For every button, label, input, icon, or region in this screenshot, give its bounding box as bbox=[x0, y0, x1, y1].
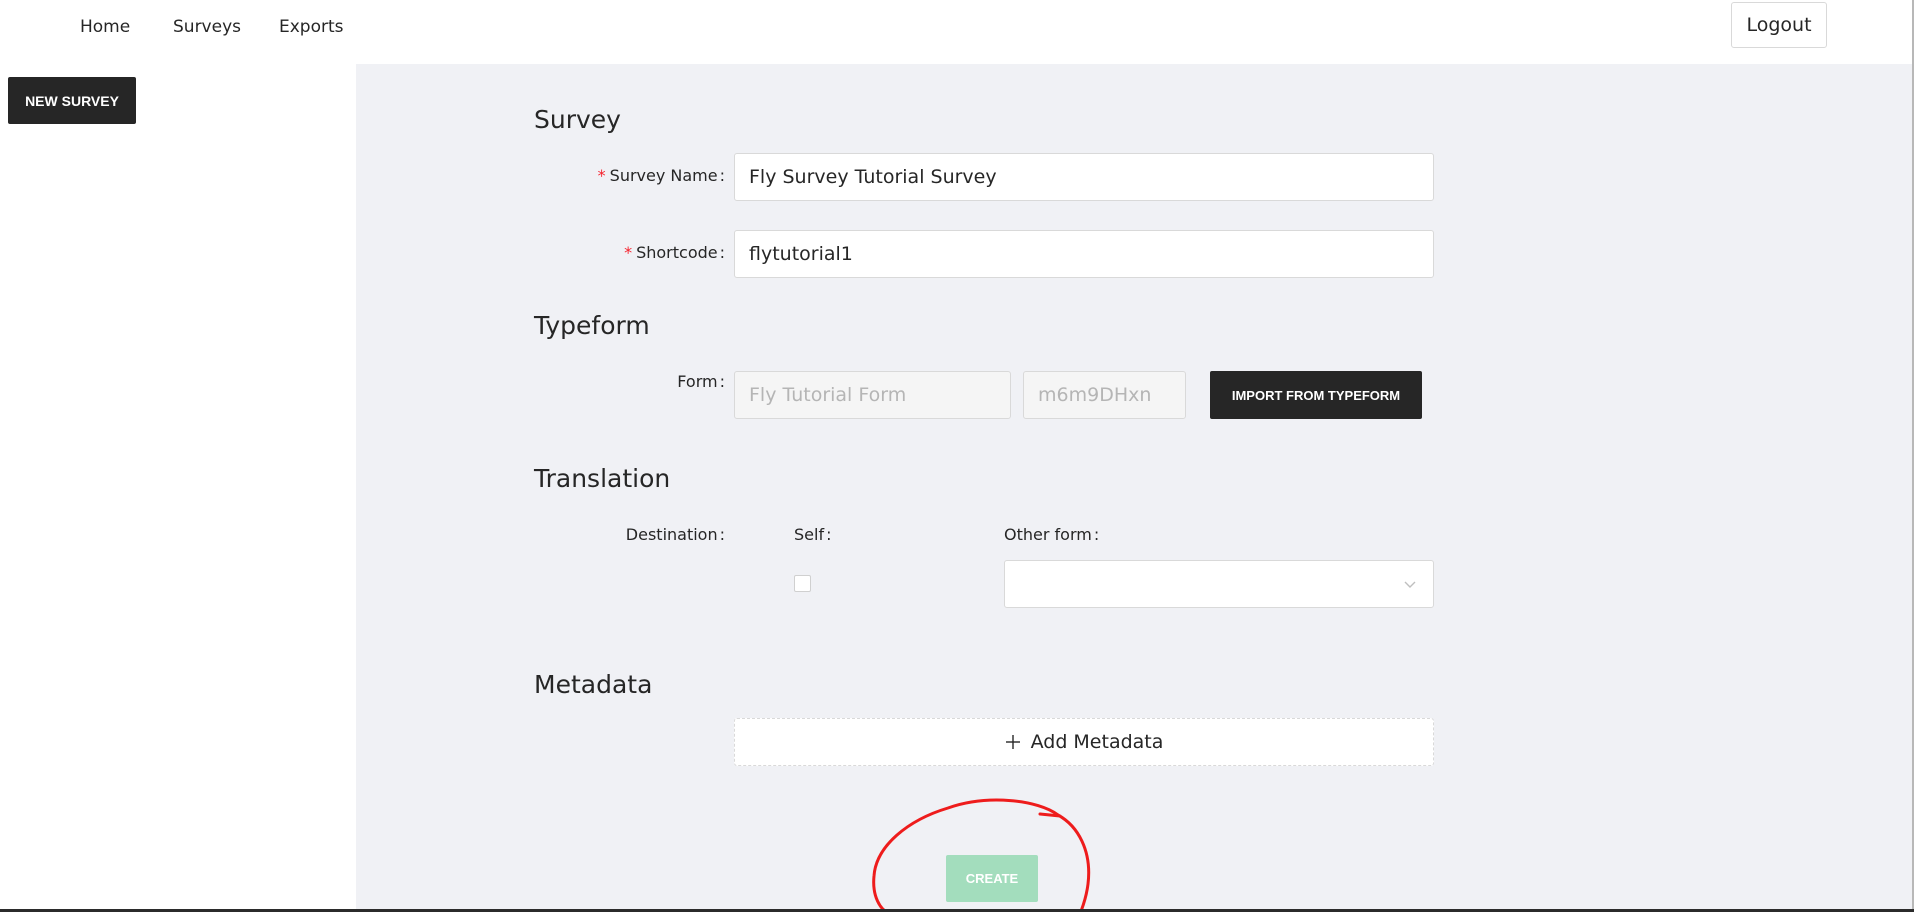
self-label: Self: bbox=[794, 525, 831, 544]
nav-home-link[interactable]: Home bbox=[80, 16, 130, 38]
required-mark: * bbox=[597, 166, 606, 185]
shortcode-label-text: Shortcode bbox=[636, 243, 718, 262]
add-metadata-label: Add Metadata bbox=[1030, 731, 1164, 753]
colon: : bbox=[719, 525, 725, 544]
import-from-typeform-button[interactable]: IMPORT FROM TYPEFORM bbox=[1210, 371, 1422, 419]
form-label: Form: bbox=[677, 372, 725, 391]
form-id-input: m6m9DHxn bbox=[1023, 371, 1186, 419]
colon: : bbox=[826, 525, 832, 544]
destination-label-text: Destination bbox=[625, 525, 718, 544]
survey-section-title: Survey bbox=[534, 105, 621, 134]
typeform-section-title: Typeform bbox=[534, 311, 650, 340]
logout-button[interactable]: Logout bbox=[1731, 2, 1827, 48]
colon: : bbox=[719, 166, 725, 185]
metadata-section-title: Metadata bbox=[534, 670, 653, 699]
plus-icon bbox=[1005, 735, 1020, 749]
other-form-label-text: Other form bbox=[1004, 525, 1092, 544]
colon: : bbox=[719, 243, 725, 262]
sidebar bbox=[0, 64, 356, 912]
colon: : bbox=[719, 372, 725, 391]
translation-section-title: Translation bbox=[534, 464, 671, 493]
shortcode-label: * Shortcode: bbox=[624, 243, 725, 262]
chevron-down-icon bbox=[1404, 581, 1416, 588]
colon: : bbox=[1093, 525, 1100, 544]
nav-surveys-link[interactable]: Surveys bbox=[173, 16, 241, 38]
self-label-text: Self bbox=[794, 525, 825, 544]
other-form-select[interactable] bbox=[1004, 560, 1434, 608]
required-mark: * bbox=[624, 243, 633, 262]
survey-name-label-text: Survey Name bbox=[609, 166, 718, 185]
form-name-input: Fly Tutorial Form bbox=[734, 371, 1011, 419]
survey-name-label: * Survey Name: bbox=[598, 166, 725, 185]
survey-name-input[interactable]: Fly Survey Tutorial Survey bbox=[734, 153, 1434, 201]
new-survey-button[interactable]: NEW SURVEY bbox=[8, 77, 136, 124]
shortcode-input[interactable]: flytutorial1 bbox=[734, 230, 1434, 278]
add-metadata-button[interactable]: Add Metadata bbox=[734, 718, 1434, 766]
top-nav: Home Surveys Exports Logout bbox=[0, 0, 1914, 64]
nav-exports-link[interactable]: Exports bbox=[279, 16, 344, 38]
other-form-label: Other form: bbox=[1004, 525, 1099, 544]
self-checkbox[interactable] bbox=[794, 575, 811, 592]
create-button[interactable]: CREATE bbox=[946, 855, 1038, 902]
form-label-text: Form bbox=[677, 372, 718, 391]
destination-label: Destination: bbox=[626, 525, 725, 544]
